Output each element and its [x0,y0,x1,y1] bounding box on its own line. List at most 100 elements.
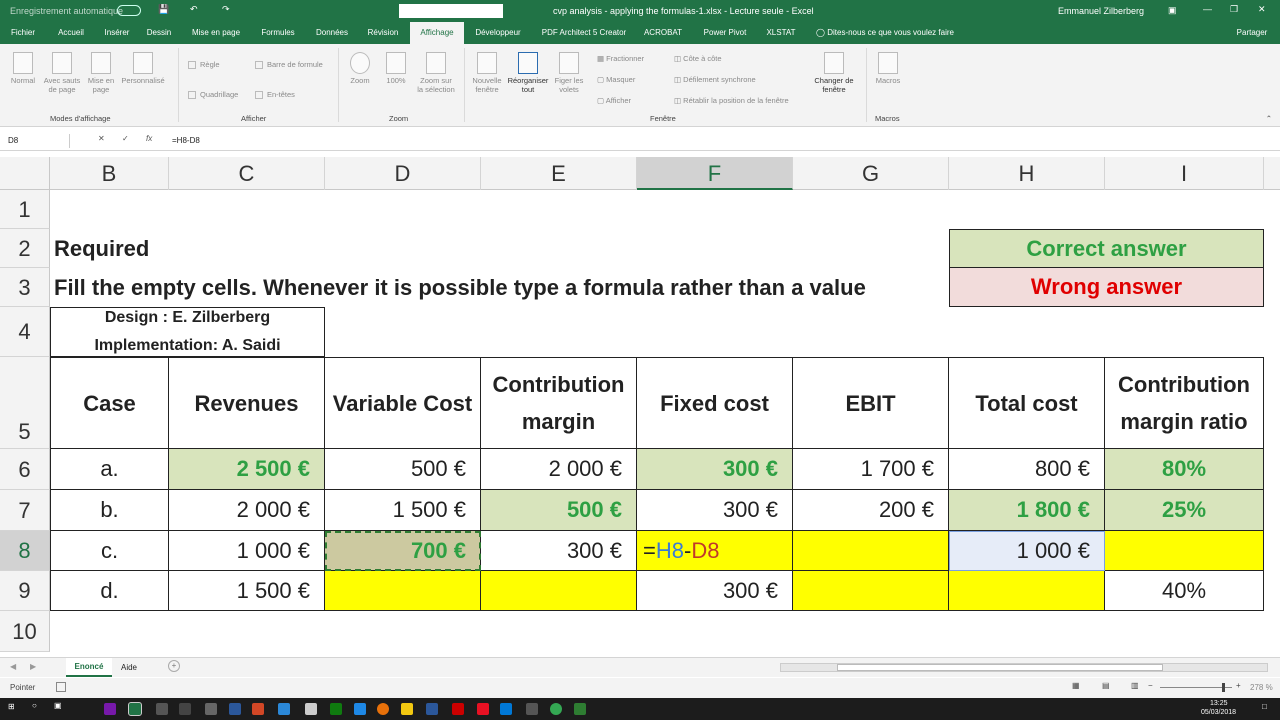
tab-accueil[interactable]: Accueil [50,22,92,44]
cell-f6[interactable]: 300 € [637,449,793,490]
app-icon-4[interactable] [229,703,241,715]
header-variable-cost[interactable]: Variable Cost [325,357,481,449]
tab-acrobat[interactable]: ACROBAT [642,22,684,44]
tab-r-vision[interactable]: Révision [364,22,402,44]
word-icon[interactable] [426,703,438,715]
enter-icon[interactable]: ✓ [122,134,129,143]
headings-checkbox[interactable]: En-têtes [255,90,295,100]
unhide-button[interactable]: ▢ Afficher [597,96,631,105]
tell-me-box[interactable]: ◯ Dites-nous ce que vous voulez faire [812,22,958,44]
cell-g6[interactable]: 1 700 € [793,449,949,490]
app-icon-12[interactable] [574,703,586,715]
cell-g9[interactable] [793,571,949,611]
cell-f8[interactable]: = H8- D8 [637,531,793,571]
share-button[interactable]: Partager [1228,22,1276,44]
collapse-ribbon-icon[interactable]: ⌃ [1266,114,1272,123]
app-icon-7[interactable] [330,703,342,715]
user-name[interactable]: Emmanuel Zilberberg [1058,6,1144,16]
zoom-100-button[interactable]: 100% [380,52,412,85]
app-icon-5[interactable] [278,703,290,715]
macros-button[interactable]: Macros [872,52,904,85]
row-header-10[interactable]: 10 [0,611,50,652]
tab-dessin[interactable]: Dessin [144,22,174,44]
cell-e8[interactable]: 300 € [481,531,637,571]
cell-g7[interactable]: 200 € [793,490,949,531]
row-header-9[interactable]: 9 [0,571,50,611]
cell-i9[interactable]: 40% [1105,571,1264,611]
zoom-selection-button[interactable]: Zoom sur la sélection [414,52,458,94]
custom-view-button[interactable]: Personnalisé [118,52,168,85]
app-icon-10[interactable] [526,703,538,715]
gridlines-checkbox[interactable]: Quadrillage [188,90,238,100]
app-icon-8[interactable] [354,703,366,715]
header-total-cost[interactable]: Total cost [949,357,1105,449]
quick-access-input[interactable] [399,4,503,18]
page-break-view-button[interactable]: Avec sauts de page [40,52,84,94]
cell-i7[interactable]: 25% [1105,490,1264,531]
tab-affichage[interactable]: Affichage [410,22,464,44]
column-header-d[interactable]: D [325,157,481,190]
cell-c9[interactable]: 1 500 € [169,571,325,611]
app-icon-1[interactable] [156,703,168,715]
cell-d6[interactable]: 500 € [325,449,481,490]
cancel-icon[interactable]: ✕ [98,134,105,143]
redo-icon[interactable]: ↷ [222,4,230,15]
app-icon-11[interactable] [550,703,562,715]
cell-b9[interactable]: d. [50,571,169,611]
cell-h7[interactable]: 1 800 € [949,490,1105,531]
instruction-text[interactable]: Fill the empty cells. Whenever it is pos… [54,268,945,307]
powerpoint-icon[interactable] [252,703,264,715]
cell-i6[interactable]: 80% [1105,449,1264,490]
macro-record-icon[interactable] [56,682,66,692]
zoom-slider[interactable] [1160,683,1232,692]
side-by-side-button[interactable]: ◫ Côte à côte [674,54,722,63]
minimize-button[interactable]: — [1203,4,1212,14]
normal-view-icon[interactable]: ▦ [1072,681,1080,690]
cell-e7[interactable]: 500 € [481,490,637,531]
tab-mise-en-page[interactable]: Mise en page [188,22,244,44]
header-contribution-margin-ratio[interactable]: Contribution margin ratio [1105,357,1264,449]
formula-input[interactable]: =H8-D8 [172,134,200,148]
formula-bar-checkbox[interactable]: Barre de formule [255,60,323,70]
sheet-tab-enonce[interactable]: Enoncé [66,658,112,677]
page-break-icon[interactable]: ▥ [1131,681,1139,690]
autosave-toggle[interactable] [117,5,141,16]
row-header-6[interactable]: 6 [0,449,50,490]
column-header-c[interactable]: C [169,157,325,190]
row-header-4[interactable]: 4 [0,307,50,357]
onenote-icon[interactable] [104,703,116,715]
select-all-button[interactable] [0,157,50,190]
sync-scroll-button[interactable]: ◫ Défilement synchrone [674,75,756,84]
cell-e6[interactable]: 2 000 € [481,449,637,490]
ruler-checkbox[interactable]: Règle [188,60,220,70]
hide-button[interactable]: ▢ Masquer [597,75,635,84]
file-explorer-icon[interactable] [401,703,413,715]
switch-windows-button[interactable]: Changer de fenêtre [810,52,858,94]
chrome-icon[interactable] [377,703,389,715]
header-ebit[interactable]: EBIT [793,357,949,449]
add-sheet-icon[interactable]: + [168,660,180,672]
header-fixed-cost[interactable]: Fixed cost [637,357,793,449]
normal-view-button[interactable]: Normal [8,52,38,85]
cell-c6[interactable]: 2 500 € [169,449,325,490]
undo-icon[interactable]: ↶ [190,4,198,15]
scroll-thumb[interactable] [837,664,1163,671]
cell-b8[interactable]: c. [50,531,169,571]
column-header-i[interactable]: I [1105,157,1264,190]
column-header-e[interactable]: E [481,157,637,190]
page-layout-icon[interactable]: ▤ [1102,681,1110,690]
next-sheet-icon[interactable]: ▶ [30,662,36,671]
cell-b7[interactable]: b. [50,490,169,531]
cell-h6[interactable]: 800 € [949,449,1105,490]
column-header-b[interactable]: B [50,157,169,190]
cell-i8[interactable] [1105,531,1264,571]
app-icon-2[interactable] [179,703,191,715]
sheet-tab-aide[interactable]: Aide [116,658,142,677]
task-view-icon[interactable]: ▣ [54,701,62,710]
reset-position-button[interactable]: ◫ Rétablir la position de la fenêtre [674,96,789,105]
column-header-f[interactable]: F [637,157,793,190]
legend-wrong[interactable]: Wrong answer [949,268,1264,307]
app-icon-9[interactable] [452,703,464,715]
save-icon[interactable]: 💾 [158,4,169,15]
row-header-3[interactable]: 3 [0,268,50,307]
